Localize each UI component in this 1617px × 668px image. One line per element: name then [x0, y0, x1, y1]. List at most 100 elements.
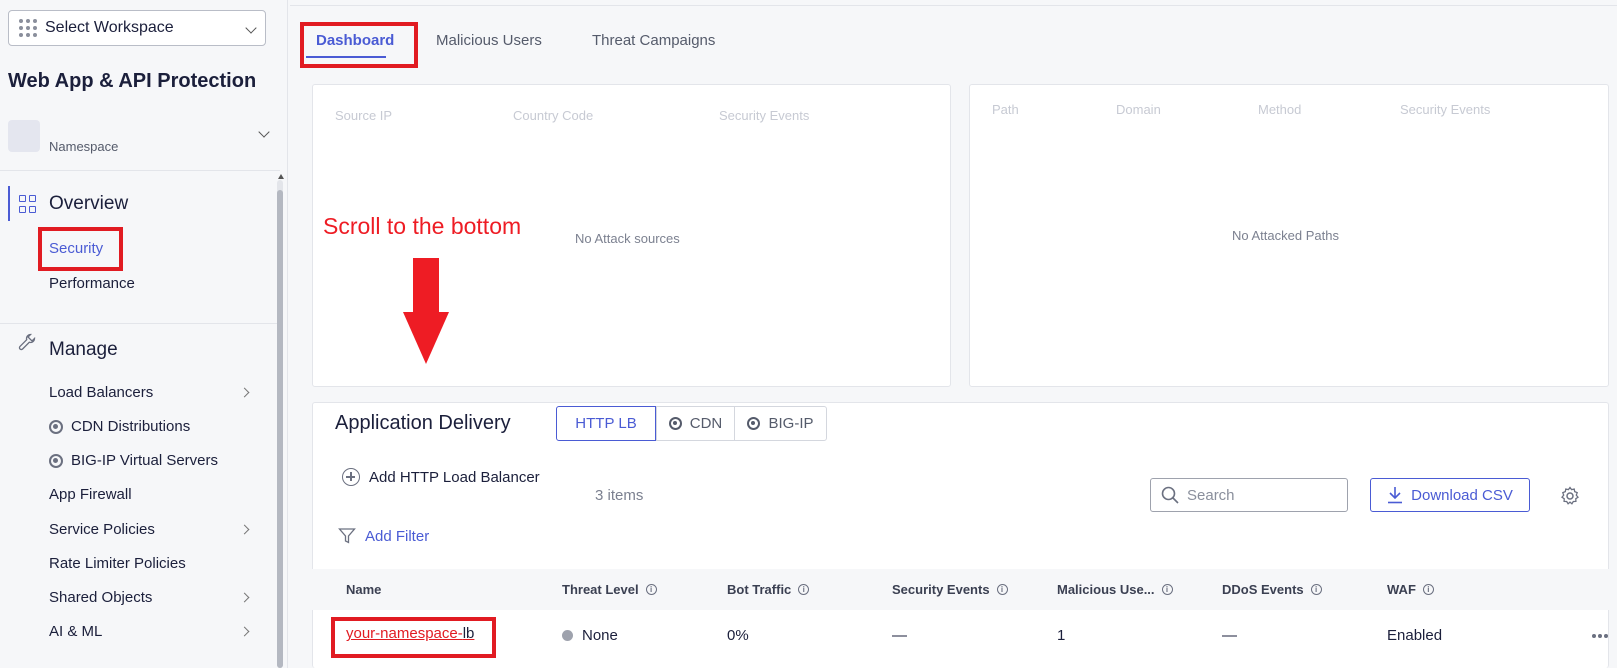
download-button-label: Download CSV	[1411, 486, 1513, 504]
column-header-name[interactable]: Name	[346, 582, 381, 597]
chevron-right-icon	[239, 626, 250, 637]
sidebar-item-ai-ml[interactable]: AI & ML	[49, 623, 102, 640]
column-label: Malicious Use...	[1057, 582, 1155, 597]
workspace-select-label: Select Workspace	[45, 19, 174, 36]
sidebar-item-label: Shared Objects	[49, 589, 153, 606]
search-input-wrapper[interactable]	[1150, 478, 1348, 512]
column-label: Threat Level	[562, 582, 639, 597]
column-header-path: Path	[992, 102, 1019, 117]
sidebar-item-shared-objects[interactable]: Shared Objects	[49, 589, 152, 606]
chevron-right-icon	[239, 387, 250, 398]
column-header-country-code: Country Code	[513, 108, 594, 123]
column-header-threat-level[interactable]: Threat Level i	[562, 582, 657, 597]
sidebar-item-label: App Firewall	[49, 486, 132, 503]
column-label: Bot Traffic	[727, 582, 792, 597]
cell-bot-traffic: 0%	[727, 627, 749, 644]
download-icon	[1388, 487, 1403, 504]
sidebar-item-service-policies[interactable]: Service Policies	[49, 521, 155, 538]
status-dot-icon	[562, 630, 573, 641]
column-label: WAF	[1387, 582, 1416, 597]
column-label: Security Events	[892, 582, 990, 597]
sidebar-item-label: Load Balancers	[49, 384, 154, 401]
info-icon[interactable]: i	[645, 584, 657, 595]
search-icon	[1161, 486, 1179, 504]
column-header-malicious-users[interactable]: Malicious Use... i	[1057, 582, 1173, 597]
tab-threat-campaigns[interactable]: Threat Campaigns	[592, 32, 715, 49]
cell-malicious-users: 1	[1057, 627, 1066, 644]
sidebar-item-rate-limiter-policies[interactable]: Rate Limiter Policies	[49, 555, 186, 572]
ring-dot-icon	[49, 453, 63, 468]
download-csv-button[interactable]: Download CSV	[1370, 478, 1530, 512]
cell-security-events: —	[892, 627, 907, 644]
empty-state-message: No Attacked Paths	[1232, 228, 1339, 243]
divider	[290, 5, 1617, 6]
column-header-bot-traffic[interactable]: Bot Traffic i	[727, 582, 810, 597]
segment-cdn[interactable]: CDN	[656, 406, 735, 441]
sidebar-item-label: Service Policies	[49, 521, 155, 538]
sidebar-item-bigip-virtual-servers[interactable]: BIG-IP Virtual Servers	[49, 452, 218, 469]
sidebar-item-load-balancers[interactable]: Load Balancers	[49, 384, 153, 401]
more-options-icon[interactable]	[1592, 634, 1608, 638]
segment-label: HTTP LB	[575, 415, 637, 432]
sidebar-item-label: CDN Distributions	[71, 418, 191, 435]
column-label: DDoS Events	[1222, 582, 1304, 597]
segment-label: CDN	[689, 415, 723, 432]
active-section-indicator	[8, 186, 10, 221]
scrollbar-thumb[interactable]	[277, 190, 283, 668]
column-label: Name	[346, 582, 382, 597]
sidebar-item-app-firewall[interactable]: App Firewall	[49, 486, 132, 503]
sidebar-item-label: BIG-IP Virtual Servers	[71, 452, 218, 469]
namespace-label: Namespace	[49, 139, 119, 154]
app-title: Web App & API Protection	[8, 70, 257, 92]
chevron-right-icon	[239, 592, 250, 603]
column-header-source-ip: Source IP	[335, 108, 393, 123]
column-header-security-events: Security Events	[719, 108, 810, 123]
annotation-text: Scroll to the bottom	[323, 213, 522, 239]
grid-dots-icon	[19, 19, 37, 37]
namespace-avatar	[8, 120, 40, 152]
segment-http-lb[interactable]: HTTP LB	[556, 406, 656, 441]
filter-icon	[338, 528, 356, 544]
info-icon[interactable]: i	[1422, 584, 1434, 595]
items-count: 3 items	[595, 487, 644, 504]
chevron-down-icon	[245, 22, 257, 34]
highlight-box-security-item	[38, 227, 123, 271]
column-header-security-events: Security Events	[1400, 102, 1491, 117]
chevron-right-icon	[239, 524, 250, 535]
gear-icon[interactable]	[1560, 486, 1580, 506]
sidebar-item-label: Rate Limiter Policies	[49, 555, 186, 572]
divider	[0, 170, 280, 171]
tab-malicious-users[interactable]: Malicious Users	[436, 32, 542, 49]
add-filter-button[interactable]: Add Filter	[338, 527, 429, 545]
info-icon[interactable]: i	[1310, 584, 1322, 595]
add-http-load-balancer-button[interactable]: Add HTTP Load Balancer	[342, 468, 540, 486]
column-header-ddos-events[interactable]: DDoS Events i	[1222, 582, 1322, 597]
sidebar-item-performance[interactable]: Performance	[49, 275, 135, 292]
search-input[interactable]	[1187, 486, 1337, 504]
info-icon[interactable]: i	[996, 584, 1008, 595]
empty-state-message: No Attack sources	[575, 231, 680, 246]
ring-dot-icon	[49, 419, 63, 434]
column-header-waf[interactable]: WAF i	[1387, 582, 1434, 597]
workspace-select[interactable]: Select Workspace	[8, 10, 266, 46]
cell-threat-level: None	[562, 627, 618, 644]
segment-label: BIG-IP	[768, 415, 814, 432]
segment-bigip[interactable]: BIG-IP	[734, 406, 827, 441]
plus-circle-icon	[342, 468, 360, 486]
sidebar-item-cdn-distributions[interactable]: CDN Distributions	[49, 418, 190, 435]
info-icon[interactable]: i	[1161, 584, 1173, 595]
column-header-domain: Domain	[1116, 102, 1161, 117]
dashboard-grid-icon	[19, 195, 37, 213]
down-arrow-annotation-icon	[403, 258, 449, 364]
sidebar-scrollbar[interactable]	[277, 180, 283, 668]
namespace-chevron-down-icon[interactable]	[258, 126, 270, 138]
sidebar-section-manage[interactable]: Manage	[49, 339, 118, 361]
cell-waf: Enabled	[1387, 627, 1443, 644]
column-header-security-events[interactable]: Security Events i	[892, 582, 1008, 597]
sidebar-item-label: AI & ML	[49, 623, 103, 640]
sidebar-section-overview[interactable]: Overview	[49, 193, 128, 215]
info-icon[interactable]: i	[798, 584, 810, 595]
wrench-icon	[18, 333, 36, 351]
scroll-up-arrow-icon[interactable]	[278, 174, 284, 179]
divider	[0, 323, 280, 324]
